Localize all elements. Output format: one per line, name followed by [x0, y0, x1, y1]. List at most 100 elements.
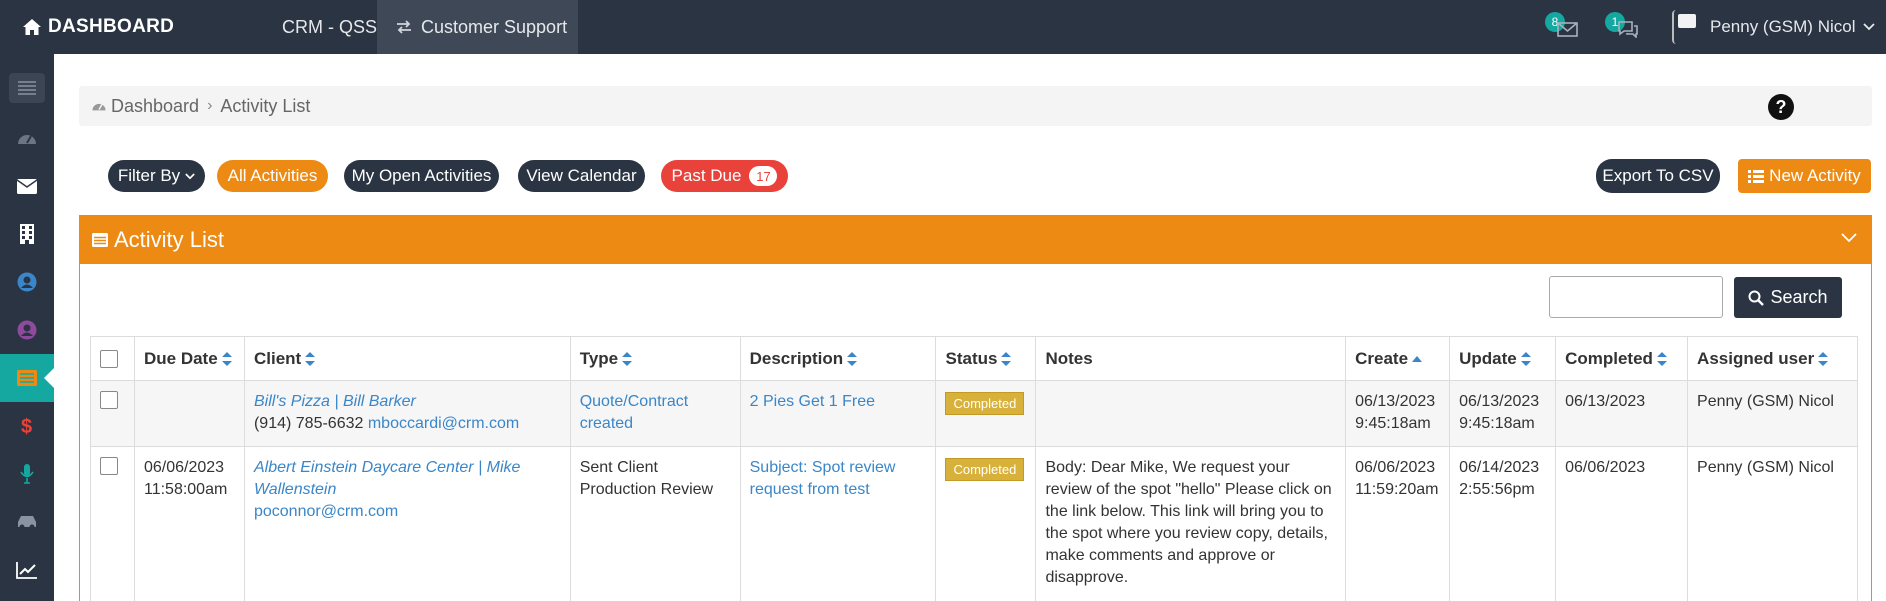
header-due-date[interactable]: Due Date: [133, 336, 245, 381]
header-create[interactable]: Create: [1345, 336, 1451, 381]
sidebar: $: [0, 54, 54, 601]
sidebar-item-contacts[interactable]: [0, 258, 54, 306]
new-activity-button[interactable]: New Activity: [1738, 159, 1871, 193]
row-checkbox[interactable]: [100, 391, 118, 409]
table-row[interactable]: Bill's Pizza | Bill Barker (914) 785-663…: [90, 380, 1858, 447]
create-cell: 06/06/2023 11:59:20am: [1345, 446, 1451, 601]
nav-customer-support[interactable]: Customer Support: [377, 0, 578, 54]
table-row[interactable]: 06/06/2023 11:58:00am Albert Einstein Da…: [90, 446, 1858, 601]
description-link[interactable]: 2 Pies Get 1 Free: [750, 391, 927, 413]
export-csv-button[interactable]: Export To CSV: [1596, 159, 1720, 193]
sort-icon: [622, 352, 633, 367]
notes-cell: Body: Dear Mike, We request your review …: [1035, 446, 1347, 601]
sort-icon: [1656, 352, 1667, 367]
header-client[interactable]: Client: [243, 336, 571, 381]
past-due-count: 17: [749, 166, 778, 186]
sidebar-item-activities[interactable]: [0, 354, 54, 402]
nav-customer-support-label: Customer Support: [421, 16, 568, 37]
sort-ascending-icon: [1412, 355, 1423, 362]
past-due-label: Past Due: [671, 166, 742, 185]
breadcrumb-dashboard-link[interactable]: Dashboard: [111, 96, 199, 117]
status-badge: Completed: [945, 458, 1025, 481]
header-notes: Notes: [1035, 336, 1347, 381]
sidebar-item-vehicles[interactable]: [0, 498, 54, 546]
header-notes-label: Notes: [1045, 348, 1093, 368]
client-link[interactable]: Albert Einstein Daycare Center | Mike Wa…: [254, 457, 561, 501]
exchange-icon: [397, 20, 411, 34]
help-button[interactable]: ?: [1768, 94, 1794, 120]
svg-text:$: $: [21, 416, 32, 437]
assigned-user: Penny (GSM) Nicol: [1697, 393, 1834, 410]
sort-icon: [1001, 352, 1012, 367]
envelope-icon: [17, 178, 37, 194]
type-cell: Sent Client Production Review: [569, 446, 741, 601]
sidebar-item-users[interactable]: [0, 306, 54, 354]
header-status[interactable]: Status: [935, 336, 1037, 381]
client-cell: Bill's Pizza | Bill Barker (914) 785-663…: [243, 380, 571, 447]
select-all-checkbox[interactable]: [100, 350, 118, 369]
search-button[interactable]: Search: [1734, 277, 1842, 318]
update-cell: 06/13/2023 9:45:18am: [1449, 380, 1557, 447]
client-cell: Albert Einstein Daycare Center | Mike Wa…: [243, 446, 571, 601]
panel-title: Activity List: [114, 227, 225, 252]
top-bar: DASHBOARD CRM - QSSS Customer Support 8 …: [0, 0, 1886, 54]
client-link[interactable]: Bill's Pizza | Bill Barker: [254, 391, 561, 413]
view-calendar-button[interactable]: View Calendar: [518, 160, 645, 192]
sidebar-item-dashboard[interactable]: [0, 114, 54, 162]
header-type[interactable]: Type: [569, 336, 741, 381]
due-date-cell: [133, 380, 245, 447]
sidebar-item-reports[interactable]: [0, 546, 54, 594]
select-all-cell: [90, 336, 135, 381]
sidebar-item-billing[interactable]: $: [0, 402, 54, 450]
sidebar-menu-toggle[interactable]: [0, 64, 54, 112]
status-badge: Completed: [945, 392, 1025, 415]
view-calendar-label: View Calendar: [526, 166, 637, 185]
type-link[interactable]: Quote/Contract created: [580, 391, 731, 435]
chevron-down-icon[interactable]: [1841, 233, 1857, 243]
update-time: 2:55:56pm: [1459, 481, 1535, 498]
type-text: Sent Client Production Review: [579, 459, 714, 498]
sort-icon: [221, 352, 232, 367]
sidebar-item-building[interactable]: [0, 210, 54, 258]
comments-icon: [1618, 21, 1638, 38]
my-open-activities-label: My Open Activities: [351, 166, 492, 185]
chats-button[interactable]: 1: [1605, 10, 1641, 44]
notes-text: Body: Dear Mike, We request your review …: [1045, 459, 1332, 586]
avatar: [1672, 10, 1700, 44]
row-checkbox[interactable]: [100, 457, 118, 475]
create-time: 11:59:20am: [1355, 481, 1439, 498]
my-open-activities-button[interactable]: My Open Activities: [344, 160, 499, 192]
building-icon: [20, 224, 34, 244]
client-email-link[interactable]: mboccardi@crm.com: [368, 415, 519, 432]
assigned-cell: Penny (GSM) Nicol: [1687, 380, 1858, 447]
header-description-label: Description: [749, 348, 844, 368]
client-email-link[interactable]: poconnor@crm.com: [254, 501, 561, 523]
bars-icon: [18, 81, 36, 95]
user-menu[interactable]: Penny (GSM) Nicol: [1672, 0, 1876, 54]
breadcrumb: Dashboard › Activity List ?: [79, 86, 1872, 126]
search-input[interactable]: [1549, 276, 1723, 318]
sidebar-item-audio[interactable]: [0, 450, 54, 498]
assigned-user: Penny (GSM) Nicol: [1697, 459, 1834, 476]
car-icon: [18, 516, 36, 530]
filter-by-dropdown[interactable]: Filter By: [108, 160, 205, 192]
nav-crm-label: CRM - QSSS: [282, 16, 390, 37]
description-link[interactable]: Subject: Spot review request from test: [750, 457, 927, 501]
user-circle-icon: [17, 272, 37, 292]
header-update[interactable]: Update: [1449, 336, 1557, 381]
all-activities-button[interactable]: All Activities: [217, 160, 328, 192]
nav-crm[interactable]: CRM - QSSS: [282, 0, 389, 54]
header-assigned-user[interactable]: Assigned user: [1687, 336, 1858, 381]
dashboard-link[interactable]: DASHBOARD: [22, 0, 174, 54]
sidebar-item-mail[interactable]: [0, 162, 54, 210]
panel-header: Activity List: [80, 216, 1871, 264]
search-icon: [1748, 290, 1765, 306]
list-alt-icon: [92, 233, 108, 247]
description-cell: Subject: Spot review request from test: [739, 446, 937, 601]
assigned-cell: Penny (GSM) Nicol: [1687, 446, 1858, 601]
header-completed[interactable]: Completed: [1555, 336, 1689, 381]
messages-button[interactable]: 8: [1545, 10, 1581, 44]
header-status-label: Status: [945, 348, 998, 368]
past-due-button[interactable]: Past Due 17: [661, 160, 788, 192]
header-description[interactable]: Description: [739, 336, 937, 381]
